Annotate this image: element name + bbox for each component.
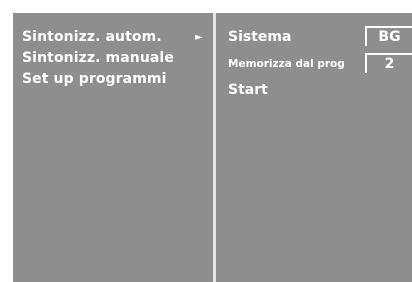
menu-item-program-setup[interactable]: Set up programmi bbox=[22, 71, 167, 87]
selection-arrow-icon: ► bbox=[195, 32, 203, 43]
menu-item-auto-tuning[interactable]: Sintonizz. autom. bbox=[22, 29, 162, 45]
menu-item-manual-tuning[interactable]: Sintonizz. manuale bbox=[22, 50, 174, 66]
system-label: Sistema bbox=[228, 29, 292, 45]
store-from-program-field[interactable]: 2 bbox=[365, 53, 412, 73]
store-from-program-label: Memorizza dal prog bbox=[228, 58, 345, 70]
start-button[interactable]: Start bbox=[228, 82, 268, 98]
main-menu-panel: Sintonizz. autom. ► Sintonizz. manuale S… bbox=[13, 13, 213, 282]
system-value-field[interactable]: BG bbox=[365, 26, 412, 46]
submenu-panel: Sistema BG Memorizza dal prog 2 Start bbox=[216, 13, 412, 282]
tv-menu-screen: Sintonizz. autom. ► Sintonizz. manuale S… bbox=[13, 13, 412, 282]
